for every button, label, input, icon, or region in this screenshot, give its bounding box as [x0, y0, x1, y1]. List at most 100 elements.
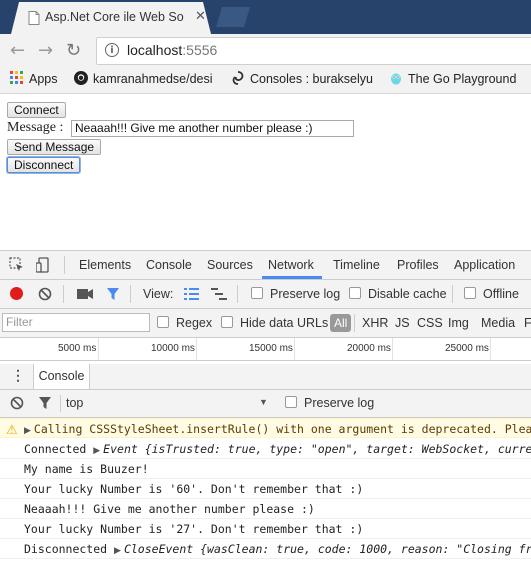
chevron-down-icon[interactable]: ▼ [259, 397, 268, 407]
gopher-icon [391, 73, 401, 85]
back-arrow-icon[interactable]: ← [10, 40, 25, 61]
network-filter-bar: Filter Regex Hide data URLs All XHR JS C… [0, 309, 531, 338]
hide-data-urls-checkbox[interactable]: Hide data URLs [221, 316, 328, 330]
expand-triangle-icon[interactable]: ▶ [114, 546, 121, 556]
tab-application[interactable]: Application [454, 258, 515, 272]
camera-icon[interactable] [77, 288, 93, 300]
tab-timeline[interactable]: Timeline [333, 258, 380, 272]
filter-all[interactable]: All [330, 314, 352, 332]
tab-title: Asp.Net Core ile Web So [45, 10, 184, 24]
separator [60, 395, 61, 412]
address-bar[interactable]: i localhost:5556 [96, 37, 531, 65]
reload-icon[interactable]: ↻ [66, 40, 81, 61]
timeline-tick: 10000 ms [151, 343, 195, 354]
separator [63, 285, 64, 303]
inspect-element-icon[interactable] [9, 257, 25, 273]
close-tab-icon[interactable]: ✕ [195, 9, 206, 24]
expand-triangle-icon[interactable]: ▶ [24, 426, 31, 436]
network-overview-timeline[interactable]: 5000 ms 10000 ms 15000 ms 20000 ms 25000… [0, 338, 531, 361]
warning-icon: ⚠ [6, 423, 18, 438]
filter-xhr[interactable]: XHR [362, 316, 388, 330]
device-toolbar-icon[interactable] [36, 257, 52, 273]
bookmark-github[interactable]: kamranahmedse/desi [74, 71, 213, 86]
disconnect-button[interactable]: Disconnect [7, 157, 81, 173]
separator [64, 256, 65, 274]
page-icon [28, 11, 40, 25]
forward-arrow-icon[interactable]: → [38, 40, 53, 61]
message-input[interactable]: Neaaah!!! Give me another number please … [71, 120, 354, 137]
new-tab-button[interactable] [216, 7, 250, 27]
filter-media[interactable]: Media [481, 316, 515, 330]
separator [237, 285, 238, 303]
context-selector[interactable]: top [66, 396, 83, 410]
waterfall-icon[interactable] [211, 288, 227, 300]
separator [452, 285, 453, 303]
network-toolbar: View: Preserve log Disable cache Offline [0, 280, 531, 309]
expand-triangle-icon[interactable]: ▶ [93, 446, 100, 456]
tick-line [98, 338, 99, 360]
timeline-tick: 15000 ms [249, 343, 293, 354]
console-toolbar: top ▼ Preserve log [0, 390, 531, 418]
bookmarks-bar: Apps kamranahmedse/desi Consoles : burak… [0, 66, 531, 94]
console-line: Your lucky Number is '60'. Don't remembe… [0, 479, 531, 499]
timeline-tick: 5000 ms [58, 343, 97, 354]
drawer-tab-console[interactable]: Console [33, 364, 90, 389]
tab-profiles[interactable]: Profiles [397, 258, 439, 272]
tick-line [392, 338, 393, 360]
tick-line [196, 338, 197, 360]
timeline-tick: 25000 ms [445, 343, 489, 354]
devtools-tabbar: Elements Console Sources Network Timelin… [0, 251, 531, 280]
devtools-panel: Elements Console Sources Network Timelin… [0, 250, 531, 568]
clear-console-icon[interactable] [10, 396, 24, 410]
view-label: View: [143, 287, 174, 301]
swirl-icon [232, 71, 244, 85]
info-icon[interactable]: i [105, 43, 119, 57]
connect-button[interactable]: Connect [7, 102, 66, 118]
address-url: localhost:5556 [127, 42, 218, 58]
separator [130, 285, 131, 303]
bookmark-apps[interactable]: Apps [10, 71, 58, 86]
preserve-log-checkbox[interactable]: Preserve log [251, 287, 340, 301]
tick-line [490, 338, 491, 360]
active-tab-indicator [262, 276, 322, 279]
close-event-object[interactable]: CloseEvent {wasClean: true, code: 1000, … [124, 542, 531, 556]
clear-icon[interactable] [38, 287, 52, 301]
tab-strip: Asp.Net Core ile Web So ✕ [0, 0, 531, 34]
console-preserve-log-checkbox[interactable]: Preserve log [285, 396, 374, 410]
tick-line [294, 338, 295, 360]
record-icon[interactable] [10, 287, 23, 300]
large-rows-icon[interactable] [184, 288, 199, 300]
tab-network[interactable]: Network [268, 258, 314, 272]
filter-font[interactable]: F [524, 316, 531, 330]
tab-sources[interactable]: Sources [207, 258, 253, 272]
console-warning: ⚠ ▶ Calling CSSStyleSheet.insertRule() wi… [0, 418, 531, 438]
github-icon [74, 71, 88, 85]
regex-checkbox[interactable]: Regex [157, 316, 212, 330]
apps-grid-icon [10, 71, 23, 84]
console-line-disconnected: Disconnected ▶ CloseEvent {wasClean: true… [0, 539, 531, 559]
filter-input[interactable]: Filter [2, 313, 150, 332]
filter-js[interactable]: JS [395, 316, 410, 330]
send-message-button[interactable]: Send Message [7, 139, 102, 155]
offline-checkbox[interactable]: Offline [464, 287, 519, 301]
console-line-connected: Connected ▶ Event {isTrusted: true, type:… [0, 439, 531, 459]
tab-elements[interactable]: Elements [79, 258, 131, 272]
bookmark-go-playground[interactable]: The Go Playground [389, 71, 516, 86]
filter-icon[interactable] [106, 287, 120, 301]
message-label: Message : [7, 120, 64, 135]
filter-icon[interactable] [38, 396, 52, 410]
console-line: Neaaah!!! Give me another number please … [0, 499, 531, 519]
filter-img[interactable]: Img [448, 316, 469, 330]
drawer-tabbar: ⋮ Console [0, 364, 531, 390]
more-vertical-icon[interactable]: ⋮ [11, 367, 25, 384]
event-object[interactable]: Event {isTrusted: true, type: "open", ta… [103, 442, 531, 456]
tab-console[interactable]: Console [146, 258, 192, 272]
page-content: Connect Message : Neaaah!!! Give me anot… [0, 94, 531, 246]
console-line: My name is Buuzer! [0, 459, 531, 479]
disable-cache-checkbox[interactable]: Disable cache [349, 287, 447, 301]
browser-tab[interactable]: Asp.Net Core ile Web So ✕ [11, 2, 211, 34]
filter-css[interactable]: CSS [417, 316, 443, 330]
separator [354, 314, 355, 332]
console-line: Your lucky Number is '27'. Don't remembe… [0, 519, 531, 539]
bookmark-consoles[interactable]: Consoles : burakselyu [231, 71, 373, 86]
